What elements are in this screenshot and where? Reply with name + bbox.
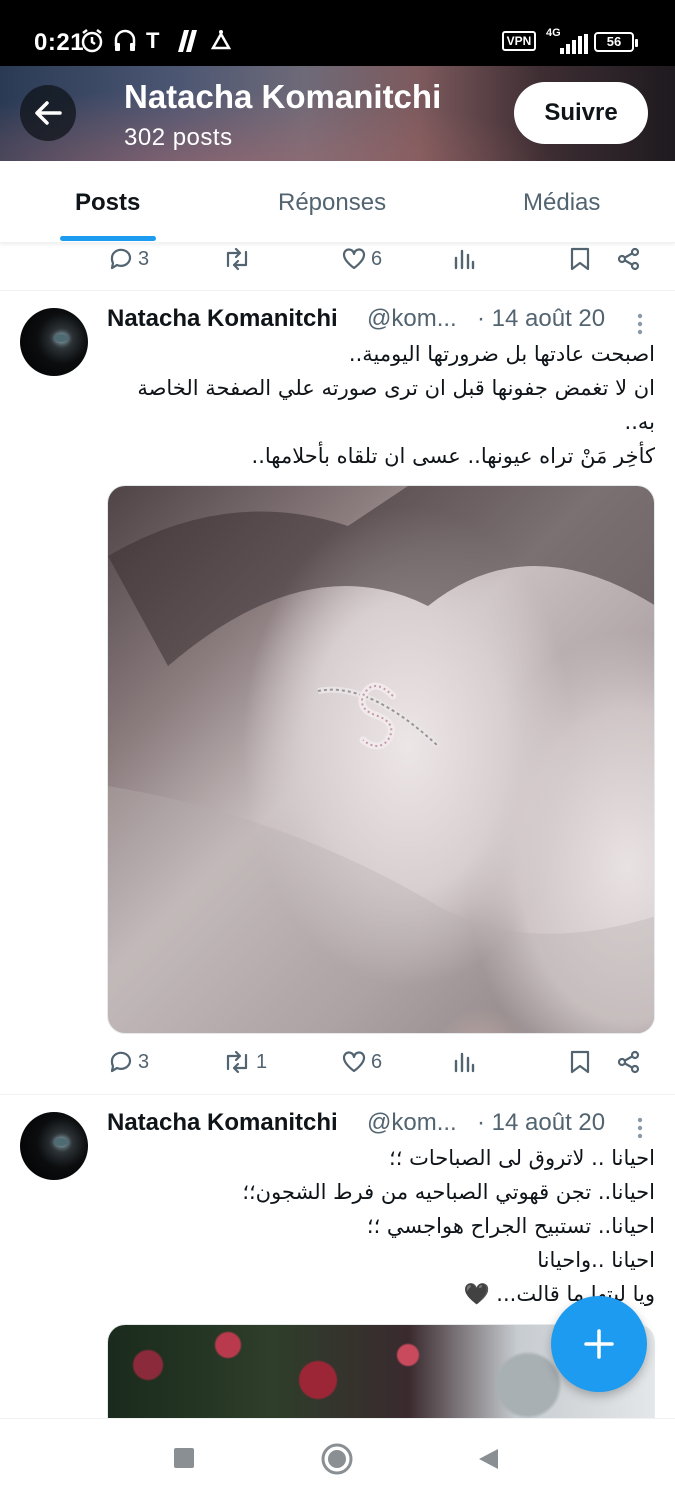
bookmark-icon bbox=[570, 247, 590, 271]
reply-icon bbox=[110, 248, 132, 270]
like-icon bbox=[342, 248, 366, 270]
avatar[interactable] bbox=[20, 1112, 88, 1180]
views-button[interactable] bbox=[452, 1049, 476, 1075]
profile-header: Natacha Komanitchi 302 posts Suivre bbox=[0, 66, 675, 161]
retweet-button[interactable]: 1 bbox=[222, 1049, 267, 1075]
retweet-icon bbox=[226, 1050, 248, 1074]
like-button[interactable]: 6 bbox=[341, 1049, 382, 1075]
tweet-line: احيانا ..واحيانا bbox=[537, 1248, 655, 1272]
views-icon bbox=[454, 1052, 475, 1073]
views-button[interactable] bbox=[452, 246, 476, 272]
tweet-author-handle[interactable]: @kom... bbox=[367, 1109, 457, 1137]
bookmark-button[interactable] bbox=[569, 1049, 591, 1075]
status-bar: 0:21 T VPN 4G 56 bbox=[0, 0, 675, 66]
profile-tabs: Posts Réponses Médias bbox=[0, 161, 675, 243]
tweet-author-name[interactable]: Natacha Komanitchi bbox=[107, 1109, 338, 1137]
vpn-indicator: VPN bbox=[502, 31, 536, 51]
tab-posts[interactable]: Posts bbox=[75, 189, 140, 217]
tweet-line: ان لا تغمض جفونها قبل ان ترى صورته علي ا… bbox=[137, 376, 655, 400]
reply-count: 3 bbox=[138, 247, 150, 270]
share-icon bbox=[617, 1050, 640, 1074]
reply-button[interactable]: 3 bbox=[108, 246, 149, 272]
battery-indicator: 56 bbox=[594, 32, 638, 52]
more-icon[interactable] bbox=[628, 308, 652, 338]
t-app-icon: T bbox=[146, 28, 160, 53]
tab-replies[interactable]: Réponses bbox=[278, 189, 386, 217]
tweet-date[interactable]: · 14 août 20 bbox=[477, 305, 605, 333]
tweet-line: احيانا.. تجن قهوتي الصباحيه من فرط الشجو… bbox=[242, 1180, 655, 1204]
more-icon[interactable] bbox=[628, 1112, 652, 1142]
like-icon bbox=[342, 1051, 366, 1073]
notification-icon bbox=[210, 30, 232, 50]
tweet-divider bbox=[0, 290, 675, 291]
signal-icon bbox=[560, 34, 588, 54]
tweet-header: Natacha Komanitchi @kom... · 14 août 20 bbox=[107, 1109, 652, 1141]
compose-plus-icon bbox=[584, 1329, 614, 1359]
retweet-icon bbox=[226, 247, 248, 271]
headphones-icon bbox=[114, 29, 136, 51]
views-icon bbox=[454, 249, 475, 270]
tweet-divider bbox=[0, 1094, 675, 1095]
tweet-line: احيانا .. لاتروق لى الصباحات ؛؛ bbox=[389, 1146, 655, 1170]
nav-home-icon[interactable] bbox=[321, 1443, 353, 1475]
avatar[interactable] bbox=[20, 308, 88, 376]
tweet-text: اصبحت عادتها بل ضرورتها اليومية.. ان لا … bbox=[107, 337, 655, 473]
retweet-button[interactable] bbox=[222, 246, 252, 272]
tweet-line: به.. bbox=[624, 410, 655, 434]
ring-illustration bbox=[108, 486, 654, 1033]
nav-recents-icon[interactable] bbox=[173, 1447, 195, 1469]
nav-back-icon[interactable] bbox=[476, 1447, 500, 1471]
reply-icon bbox=[110, 1051, 132, 1073]
tweet-line: احيانا.. تستبيح الجراح هواجسي ؛؛ bbox=[366, 1214, 655, 1238]
prev-tweet-actions: 3 6 bbox=[0, 240, 675, 280]
like-button[interactable]: 6 bbox=[341, 246, 382, 272]
tweet-line: اصبحت عادتها بل ضرورتها اليومية.. bbox=[348, 342, 655, 366]
tab-media[interactable]: Médias bbox=[523, 189, 600, 217]
bookmark-icon bbox=[570, 1050, 590, 1074]
post-count: 302 posts bbox=[124, 124, 233, 151]
tweet-actions: 3 1 6 bbox=[0, 1043, 675, 1083]
tweet-media[interactable] bbox=[107, 485, 655, 1034]
retweet-count: 1 bbox=[256, 1050, 268, 1073]
back-button[interactable] bbox=[20, 85, 76, 141]
bookmark-button[interactable] bbox=[569, 246, 591, 272]
compose-button[interactable] bbox=[551, 1296, 647, 1392]
profile-name: Natacha Komanitchi bbox=[124, 78, 442, 115]
tweet-author-name[interactable]: Natacha Komanitchi bbox=[107, 305, 338, 333]
share-button[interactable] bbox=[616, 1049, 642, 1075]
alarm-icon bbox=[81, 29, 103, 53]
tweet-header: Natacha Komanitchi @kom... · 14 août 20 bbox=[107, 305, 652, 337]
tweet-date[interactable]: · 14 août 20 bbox=[477, 1109, 605, 1137]
reply-count: 3 bbox=[138, 1050, 150, 1073]
back-arrow-icon bbox=[35, 101, 62, 125]
reply-button[interactable]: 3 bbox=[108, 1049, 149, 1075]
share-icon bbox=[617, 247, 640, 271]
tweet-text: احيانا .. لاتروق لى الصباحات ؛؛ احيانا..… bbox=[107, 1141, 655, 1311]
netflix-icon bbox=[178, 30, 197, 52]
tweet-author-handle[interactable]: @kom... bbox=[367, 305, 457, 333]
tweet-line: كأخِر مَنْ تراه عيونها.. عسى ان تلقاه بأ… bbox=[251, 444, 655, 468]
like-count: 6 bbox=[371, 1050, 383, 1073]
status-time: 0:21 bbox=[34, 29, 85, 56]
follow-button[interactable]: Suivre bbox=[514, 82, 648, 144]
system-nav-bar bbox=[0, 1418, 675, 1500]
network-type: 4G bbox=[546, 27, 561, 39]
share-button[interactable] bbox=[616, 246, 642, 272]
ring-photo bbox=[108, 486, 654, 1033]
like-count: 6 bbox=[371, 247, 383, 270]
